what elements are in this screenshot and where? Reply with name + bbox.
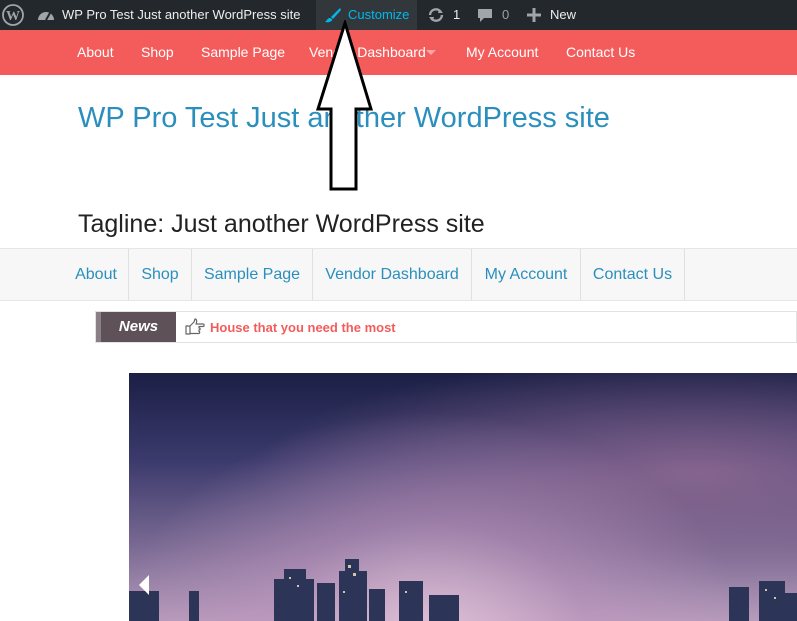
city-skyline-image xyxy=(129,559,797,621)
top-menu-about[interactable]: About xyxy=(77,30,114,75)
news-ticker: News House that you need the most xyxy=(95,311,797,343)
main-nav-contact-us[interactable]: Contact Us xyxy=(581,249,685,300)
news-headline-link[interactable]: House that you need the most xyxy=(210,312,396,343)
updates-menu[interactable]: 1 xyxy=(427,0,460,30)
main-nav-my-account[interactable]: My Account xyxy=(472,249,581,300)
top-menu: About Shop Sample Page Vendor Dashboard … xyxy=(0,30,797,75)
updates-count: 1 xyxy=(453,7,461,22)
plus-icon xyxy=(527,8,541,22)
main-navigation: About Shop Sample Page Vendor Dashboard … xyxy=(0,248,797,301)
svg-text:W: W xyxy=(6,9,20,24)
updates-icon xyxy=(428,8,444,22)
main-nav-about[interactable]: About xyxy=(64,249,129,300)
annotation-arrow xyxy=(315,20,374,191)
site-tagline: Tagline: Just another WordPress site xyxy=(78,210,485,238)
comment-icon xyxy=(478,9,492,22)
top-menu-contact-us[interactable]: Contact Us xyxy=(566,30,635,75)
wp-logo-menu[interactable]: W xyxy=(0,0,26,30)
site-name-menu[interactable]: WP Pro Test Just another WordPress site xyxy=(36,0,300,30)
slider-prev-chevron-left-icon[interactable] xyxy=(139,575,149,595)
wordpress-icon: W xyxy=(2,4,24,26)
top-menu-shop[interactable]: Shop xyxy=(141,30,174,75)
comments-count: 0 xyxy=(502,7,510,22)
pointing-hand-icon xyxy=(185,318,205,335)
new-content-menu[interactable]: New xyxy=(527,0,576,30)
dashboard-icon xyxy=(38,12,54,21)
image-slider[interactable] xyxy=(129,373,797,621)
news-label: News xyxy=(96,312,176,342)
comments-menu[interactable]: 0 xyxy=(477,0,509,30)
top-menu-my-account[interactable]: My Account xyxy=(466,30,538,75)
main-nav-shop[interactable]: Shop xyxy=(129,249,192,300)
admin-bar: W WP Pro Test Just another WordPress sit… xyxy=(0,0,797,30)
main-nav-vendor-dashboard[interactable]: Vendor Dashboard xyxy=(313,249,472,300)
site-name-label: WP Pro Test Just another WordPress site xyxy=(62,7,301,22)
top-menu-sample-page[interactable]: Sample Page xyxy=(201,30,285,75)
dropdown-caret-icon[interactable] xyxy=(426,50,436,55)
new-label: New xyxy=(550,7,577,22)
main-nav-sample-page[interactable]: Sample Page xyxy=(192,249,313,300)
